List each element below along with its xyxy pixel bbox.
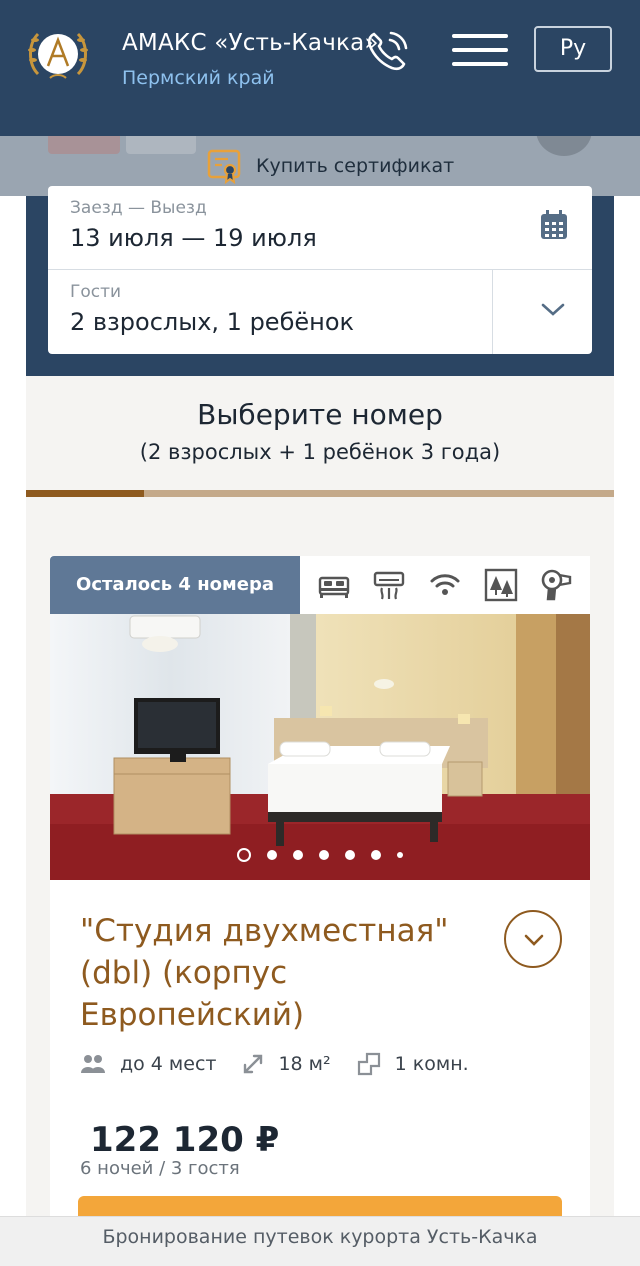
phone-icon[interactable] [362, 26, 412, 76]
brand-subtitle: Пермский край [122, 67, 275, 89]
menu-line [452, 48, 508, 52]
price-note: 6 ночей / 3 гостя [80, 1158, 240, 1179]
carousel-dot[interactable] [345, 850, 355, 860]
guests-icon [81, 1055, 105, 1073]
carousel-dot[interactable] [237, 848, 251, 862]
air-conditioner-icon[interactable] [372, 568, 406, 602]
guests-value: 2 взрослых, 1 ребёнок [70, 308, 355, 336]
bed-icon[interactable] [317, 568, 351, 602]
footer-banner: Бронирование путевок курорта Усть-Качка [0, 1216, 640, 1266]
wifi-icon[interactable] [428, 568, 462, 602]
booking-search-form: Заезд — Выезд 13 июля — 19 июля Гости 2 … [48, 186, 592, 354]
room-title[interactable]: "Студия двухместная" (dbl) (корпус Европ… [80, 910, 490, 1036]
expand-room-button[interactable] [504, 910, 562, 968]
menu-line [452, 34, 508, 38]
calendar-icon [541, 210, 567, 239]
floor-plan-icon [357, 1052, 380, 1076]
divider [492, 270, 493, 354]
room-photo-illustration [50, 614, 590, 880]
flag-thumbnail [48, 136, 120, 154]
area-spec: 18 м² [242, 1053, 331, 1075]
booking-progress-fill [26, 490, 144, 497]
resize-arrows-icon [244, 1054, 263, 1074]
section-subtitle: (2 взрослых + 1 ребёнок 3 года) [139, 440, 501, 464]
carousel-dot[interactable] [319, 850, 329, 860]
page: АМАКС «Усть-Качка» Пермский край Ру Купи… [0, 0, 640, 1266]
language-button[interactable]: Ру [534, 26, 612, 72]
menu-line [452, 62, 508, 66]
dates-value: 13 июля — 19 июля [70, 224, 317, 252]
room-card: Осталось 4 номера "Студия двухместная" (… [50, 556, 590, 1256]
site-header: АМАКС «Усть-Качка» Пермский край Ру [0, 0, 640, 136]
room-specs: до 4 мест 18 м² 1 комн. [80, 1052, 495, 1076]
carousel-dot[interactable] [293, 850, 303, 860]
guests-field[interactable]: Гости 2 взрослых, 1 ребёнок [48, 270, 592, 354]
guests-label: Гости [70, 282, 122, 302]
menu-button[interactable] [452, 34, 508, 68]
buy-certificate-link[interactable]: Купить сертификат [206, 148, 454, 184]
carousel-dot[interactable] [371, 850, 381, 860]
room-photo[interactable] [50, 614, 590, 880]
room-price: 122 120 ₽ [90, 1120, 280, 1160]
certificate-icon [207, 149, 241, 184]
brand-title[interactable]: АМАКС «Усть-Качка» [122, 30, 379, 56]
capacity-spec: до 4 мест [80, 1053, 216, 1075]
chevron-down-icon[interactable] [540, 302, 566, 318]
chevron-down-icon [524, 934, 544, 946]
logo-icon[interactable] [24, 26, 92, 84]
booking-progress-bar [26, 490, 614, 497]
forest-view-icon[interactable] [484, 568, 518, 602]
rooms-value: 1 комн. [394, 1053, 469, 1075]
photo-carousel-dots [50, 848, 590, 862]
availability-badge: Осталось 4 номера [50, 556, 300, 614]
amenities-row [300, 556, 590, 614]
area-value: 18 м² [278, 1053, 331, 1075]
rooms-spec: 1 комн. [357, 1052, 469, 1076]
dates-label: Заезд — Выезд [70, 198, 207, 218]
thumbnail [126, 136, 196, 154]
carousel-dot[interactable] [267, 850, 277, 860]
carousel-dot[interactable] [397, 852, 403, 858]
certificate-label: Купить сертификат [256, 155, 455, 177]
dates-field[interactable]: Заезд — Выезд 13 июля — 19 июля [48, 186, 592, 270]
capacity-value: до 4 мест [120, 1053, 217, 1075]
hair-dryer-icon[interactable] [539, 568, 573, 602]
section-title: Выберите номер [197, 398, 443, 431]
